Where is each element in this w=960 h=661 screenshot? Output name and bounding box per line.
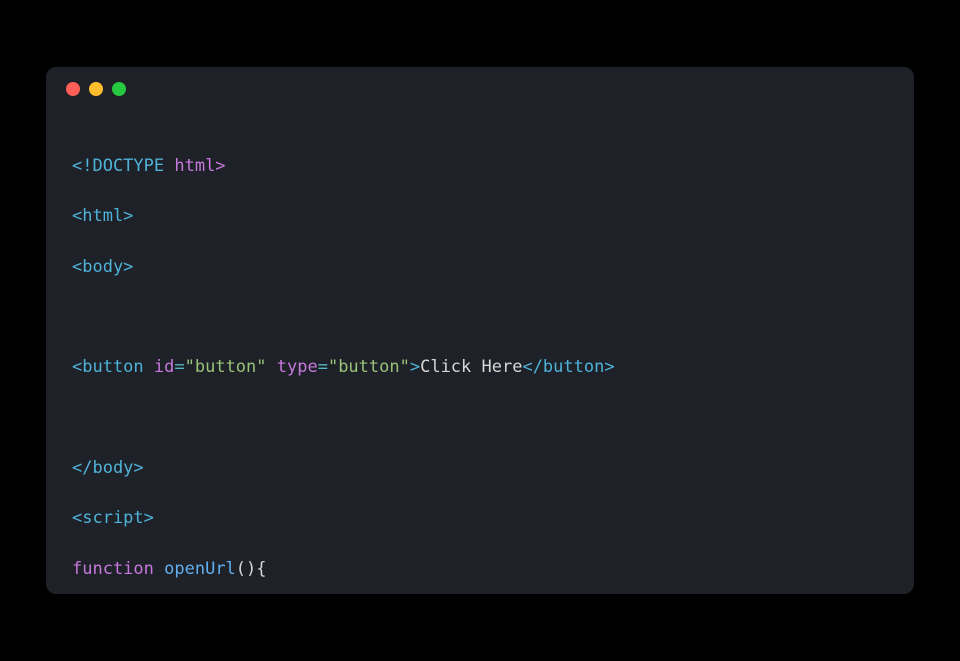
paren-brace: (){	[236, 559, 267, 579]
code-line-7: function openUrl(){	[72, 557, 888, 582]
code-line-blank1	[72, 305, 888, 330]
openurl-def: openUrl	[164, 559, 236, 579]
code-line-5: </body>	[72, 456, 888, 481]
code-line-6: <script>	[72, 506, 888, 531]
code-line-1: <!DOCTYPE html>	[72, 154, 888, 179]
id-value: "button"	[185, 357, 267, 377]
code-content: <!DOCTYPE html> <html> <body> <button id…	[46, 111, 914, 594]
button-tag-open: <button	[72, 357, 144, 377]
code-line-blank2	[72, 406, 888, 431]
code-line-2: <html>	[72, 204, 888, 229]
close-icon[interactable]	[66, 82, 80, 96]
script-open-tag: <script>	[72, 508, 154, 528]
attr-id: id	[144, 357, 175, 377]
button-close-tag: </button>	[522, 357, 614, 377]
body-close-tag: </body>	[72, 458, 144, 478]
body-open-tag: <body>	[72, 257, 133, 277]
equals1: =	[174, 357, 184, 377]
space1	[154, 559, 164, 579]
titlebar	[46, 67, 914, 111]
doctype-token: <!DOCTYPE	[72, 156, 164, 176]
equals2: =	[318, 357, 328, 377]
code-window: <!DOCTYPE html> <html> <body> <button id…	[46, 67, 914, 594]
code-line-4: <button id="button" type="button">Click …	[72, 355, 888, 380]
attr-type: type	[267, 357, 318, 377]
html-open-tag: <html>	[72, 206, 133, 226]
code-line-3: <body>	[72, 255, 888, 280]
function-keyword: function	[72, 559, 154, 579]
doctype-attr: html>	[164, 156, 225, 176]
tag-close-bracket: >	[410, 357, 420, 377]
maximize-icon[interactable]	[112, 82, 126, 96]
button-text: Click Here	[420, 357, 522, 377]
type-value: "button"	[328, 357, 410, 377]
minimize-icon[interactable]	[89, 82, 103, 96]
